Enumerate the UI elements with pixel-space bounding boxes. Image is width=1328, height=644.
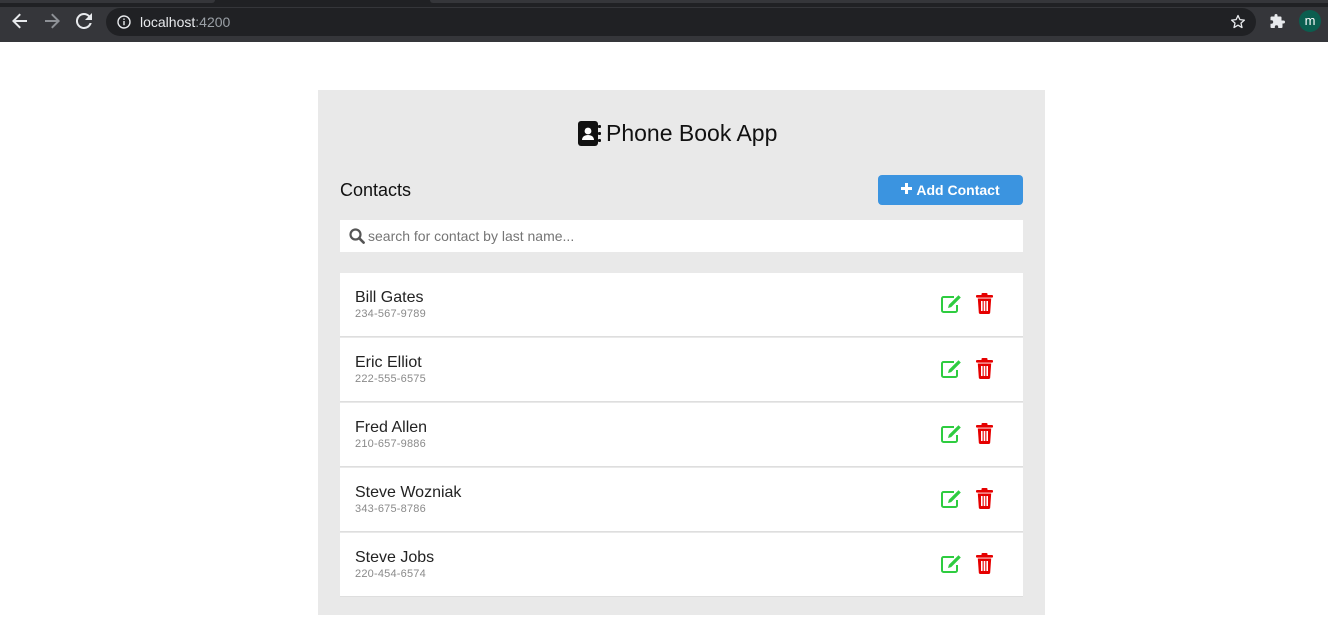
arrow-left-icon xyxy=(12,13,27,29)
edit-icon[interactable] xyxy=(940,489,962,509)
contact-phone: 220-454-6574 xyxy=(355,568,426,580)
contact-list: Bill Gates 234-567-9789 Eric Elliot 222-… xyxy=(340,273,1023,597)
contact-phone: 222-555-6575 xyxy=(355,373,426,385)
edit-icon[interactable] xyxy=(940,424,962,444)
trash-icon[interactable] xyxy=(976,423,993,444)
url-text[interactable]: localhost:4200 xyxy=(140,14,230,30)
reload-button[interactable] xyxy=(75,12,93,30)
contact-name: Bill Gates xyxy=(355,289,424,306)
trash-icon[interactable] xyxy=(976,553,993,574)
edit-icon[interactable] xyxy=(940,359,962,379)
contact-row: Steve Wozniak 343-675-8786 xyxy=(340,468,1023,532)
arrow-right-icon xyxy=(45,13,60,29)
contact-row: Steve Jobs 220-454-6574 xyxy=(340,533,1023,597)
search-box xyxy=(340,220,1023,252)
trash-icon[interactable] xyxy=(976,293,993,314)
url-host: localhost xyxy=(140,14,196,30)
browser-toolbar: localhost:4200 m xyxy=(0,0,1328,42)
app-title: Phone Book App xyxy=(606,120,778,146)
forward-button[interactable] xyxy=(43,12,61,30)
contact-phone: 343-675-8786 xyxy=(355,503,426,515)
edit-icon[interactable] xyxy=(940,554,962,574)
contact-name: Steve Jobs xyxy=(355,549,435,566)
plus-icon xyxy=(901,182,913,198)
edit-icon[interactable] xyxy=(940,294,962,314)
tab-strip xyxy=(0,0,1328,7)
app-header: Phone Book App xyxy=(578,120,777,147)
contact-phone: 234-567-9789 xyxy=(355,308,426,320)
profile-avatar[interactable]: m xyxy=(1299,10,1321,32)
tab-right[interactable] xyxy=(430,0,1328,3)
search-icon xyxy=(349,228,365,244)
reload-icon xyxy=(76,13,92,29)
contact-row: Eric Elliot 222-555-6575 xyxy=(340,338,1023,402)
bookmark-star-icon[interactable] xyxy=(1230,14,1246,30)
address-book-icon xyxy=(578,121,601,146)
trash-icon[interactable] xyxy=(976,358,993,379)
trash-icon[interactable] xyxy=(976,488,993,509)
info-icon[interactable] xyxy=(117,15,131,29)
contact-phone: 210-657-9886 xyxy=(355,438,426,450)
contact-row: Fred Allen 210-657-9886 xyxy=(340,403,1023,467)
contact-name: Eric Elliot xyxy=(355,354,422,371)
url-port: :4200 xyxy=(195,14,231,30)
search-input[interactable] xyxy=(368,220,1018,252)
tab-left[interactable] xyxy=(0,0,215,3)
back-button[interactable] xyxy=(11,12,29,30)
contact-name: Fred Allen xyxy=(355,419,428,436)
contact-name: Steve Wozniak xyxy=(355,484,462,501)
contacts-heading: Contacts xyxy=(340,180,412,200)
address-bar[interactable]: localhost:4200 xyxy=(106,8,1256,36)
extensions-puzzle-icon[interactable] xyxy=(1269,13,1285,29)
contact-row: Bill Gates 234-567-9789 xyxy=(340,273,1023,337)
add-contact-button[interactable]: Add Contact xyxy=(878,175,1023,205)
add-contact-label: Add Contact xyxy=(916,182,1000,198)
